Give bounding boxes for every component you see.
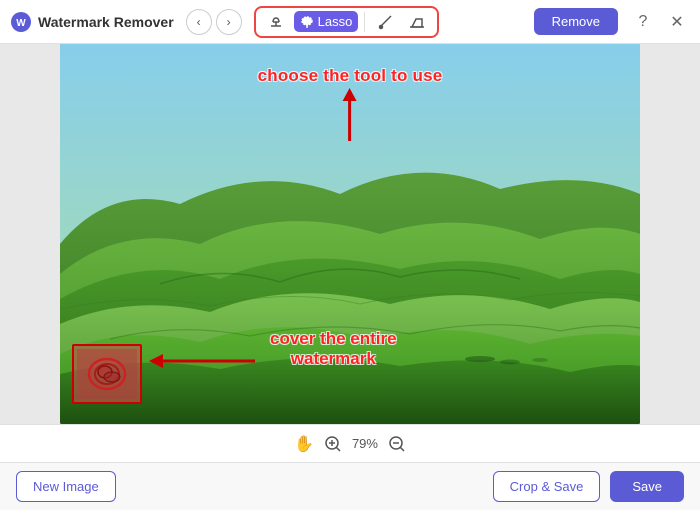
zoom-in-button[interactable] [324, 435, 342, 453]
brush-tool-button[interactable] [371, 11, 399, 33]
new-image-button[interactable]: New Image [16, 471, 116, 502]
forward-button[interactable]: › [216, 9, 242, 35]
watermark-thumb-svg [77, 349, 137, 399]
main-image[interactable]: choose the tool to use [60, 44, 640, 424]
lasso-tool-button[interactable]: Lasso [294, 11, 359, 32]
tool-divider [364, 12, 365, 32]
app-logo-icon: W [10, 11, 32, 33]
zoom-out-button[interactable] [388, 435, 406, 453]
pan-tool-button[interactable]: ✋ [294, 434, 314, 454]
zoom-out-icon [388, 435, 406, 453]
help-button[interactable]: ? [630, 9, 656, 35]
hand-icon: ✋ [294, 434, 314, 454]
status-bar: ✋ 79% [0, 424, 700, 462]
action-right: Crop & Save Save [493, 471, 684, 502]
lasso-label: Lasso [318, 14, 353, 29]
back-button[interactable]: ‹ [186, 9, 212, 35]
stamp-tool-button[interactable] [262, 11, 290, 33]
zoom-level: 79% [352, 436, 378, 451]
tool-group: Lasso [254, 6, 440, 38]
app-title: Watermark Remover [38, 14, 174, 30]
save-button[interactable]: Save [610, 471, 684, 502]
crop-save-button[interactable]: Crop & Save [493, 471, 601, 502]
watermark-thumbnail [72, 344, 142, 404]
svg-text:W: W [16, 18, 26, 29]
canvas-area: choose the tool to use [0, 44, 700, 424]
remove-button[interactable]: Remove [534, 8, 618, 35]
zoom-in-icon [324, 435, 342, 453]
title-bar-right: ? ✕ [630, 9, 690, 35]
action-bar: New Image Crop & Save Save [0, 462, 700, 510]
title-bar: W Watermark Remover ‹ › Lasso [0, 0, 700, 44]
image-container: choose the tool to use [60, 44, 640, 424]
close-button[interactable]: ✕ [664, 9, 690, 35]
landscape-svg [60, 44, 640, 424]
eraser-tool-button[interactable] [403, 11, 431, 33]
